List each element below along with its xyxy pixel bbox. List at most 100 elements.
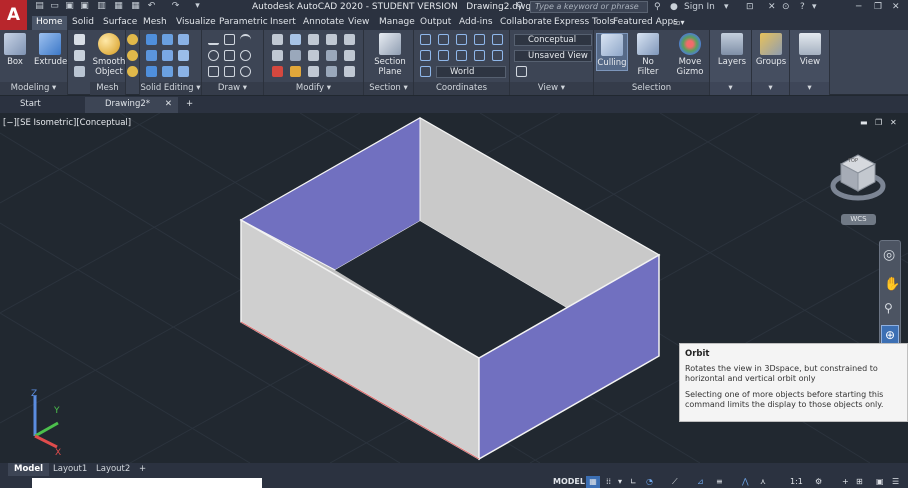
panel-solid-editing-label[interactable]: Solid Editing ▾ xyxy=(140,82,201,95)
no-filter-button[interactable]: No Filter xyxy=(632,33,664,77)
tab-layout1[interactable]: Layout1 xyxy=(47,463,93,476)
app-logo-icon[interactable]: A xyxy=(0,0,27,30)
save-as-icon[interactable]: ▣ xyxy=(79,1,90,12)
sign-in-link[interactable]: Sign In xyxy=(684,1,715,13)
scale-icon[interactable] xyxy=(308,50,319,61)
tab-view[interactable]: View xyxy=(344,16,373,30)
ucs-face-icon[interactable] xyxy=(420,50,431,61)
tab-annotate[interactable]: Annotate xyxy=(299,16,348,30)
move-icon[interactable] xyxy=(272,34,283,45)
zoom-icon[interactable]: ⚲ xyxy=(884,301,893,315)
grid-icon[interactable]: ▦ xyxy=(586,476,600,488)
align-icon[interactable] xyxy=(308,66,319,77)
mesh-smooth-more-icon[interactable] xyxy=(127,34,138,45)
circle-icon[interactable] xyxy=(208,50,219,61)
panel-mesh-label[interactable]: Mesh xyxy=(90,82,125,95)
help-dropdown-icon[interactable]: ▾ xyxy=(812,1,817,13)
mesh-refine-icon[interactable] xyxy=(127,66,138,77)
donut-icon[interactable] xyxy=(240,66,251,77)
tab-model[interactable]: Model xyxy=(8,463,50,476)
workspace-icon[interactable]: ⋏ xyxy=(760,476,766,488)
isolate-icon[interactable]: ⊞ xyxy=(856,476,863,488)
mesh-smooth-less-icon[interactable] xyxy=(127,50,138,61)
add-layout-button[interactable]: + xyxy=(133,463,152,476)
culling-button[interactable]: Culling xyxy=(596,33,628,71)
layers-button[interactable]: Layers xyxy=(716,33,748,67)
view-select[interactable]: Unsaved View xyxy=(514,50,592,62)
new-tab-button[interactable]: + xyxy=(172,97,193,113)
sign-in-dropdown-icon[interactable]: ▾ xyxy=(724,1,729,13)
separate-icon[interactable] xyxy=(178,66,189,77)
close-icon[interactable]: ✕ xyxy=(892,1,900,13)
undo-icon[interactable]: ↶ xyxy=(146,1,157,12)
extrude-button[interactable]: Extrude xyxy=(34,33,67,67)
loft-icon[interactable] xyxy=(74,50,85,61)
pan-icon[interactable]: ✋ xyxy=(884,277,900,292)
tab-manage[interactable]: Manage xyxy=(375,16,419,30)
viewport-config-icon[interactable] xyxy=(516,66,527,77)
ucs-select[interactable]: World xyxy=(436,66,506,78)
ucs-x-icon[interactable] xyxy=(474,34,485,45)
a360-icon[interactable]: ⊙ xyxy=(782,1,790,13)
intersect-icon[interactable] xyxy=(178,34,189,45)
ucs-object-icon[interactable] xyxy=(438,50,449,61)
panel-coordinates-label[interactable]: Coordinates xyxy=(414,82,509,95)
restore-icon[interactable]: ❐ xyxy=(874,1,882,13)
redo-icon[interactable]: ↷ xyxy=(170,1,181,12)
search-icon[interactable]: ⚲ xyxy=(654,1,661,13)
array-icon[interactable] xyxy=(326,50,337,61)
ucs-origin-icon[interactable] xyxy=(456,34,467,45)
groups-dropdown[interactable]: ▾ xyxy=(752,82,789,95)
stretch-icon[interactable] xyxy=(290,50,301,61)
print-icon[interactable]: ▦ xyxy=(130,1,141,12)
panel-selection-label[interactable]: Selection xyxy=(594,82,709,95)
osnap-icon[interactable]: ⊿ xyxy=(697,476,704,488)
slice-icon[interactable] xyxy=(146,50,157,61)
add-icon[interactable]: + xyxy=(842,476,849,488)
explode-icon[interactable] xyxy=(290,66,301,77)
viewport-restore-icon[interactable]: ❐ xyxy=(875,118,882,127)
tab-drawing2[interactable]: Drawing2* ✕ xyxy=(85,97,178,113)
snap-icon[interactable]: ⁞⁞ xyxy=(606,476,611,488)
new-icon[interactable]: ▤ xyxy=(34,1,45,12)
layers-dropdown[interactable]: ▾ xyxy=(710,82,751,95)
cart-icon[interactable]: ⊡ xyxy=(746,1,754,13)
sweep-icon[interactable] xyxy=(74,66,85,77)
isodraft-icon[interactable]: ⟋ xyxy=(672,476,678,488)
section-plane-button[interactable]: Section Plane xyxy=(370,33,410,77)
tab-collaborate[interactable]: Collaborate xyxy=(496,16,556,30)
annotation-visibility-icon[interactable]: ⋀ xyxy=(742,476,749,488)
exchange-icon[interactable]: ✕ xyxy=(768,1,776,13)
ucs-y-icon[interactable] xyxy=(492,34,503,45)
tab-home[interactable]: Home xyxy=(32,16,67,30)
ortho-icon[interactable]: ∟ xyxy=(630,476,637,488)
presspull-icon[interactable] xyxy=(74,34,85,45)
line-icon[interactable] xyxy=(208,34,219,45)
view-button[interactable]: View xyxy=(794,33,826,67)
union-icon[interactable] xyxy=(146,34,157,45)
qa-dropdown-icon[interactable]: ▾ xyxy=(192,1,203,12)
ucs-world-icon[interactable] xyxy=(438,34,449,45)
ellipse-icon[interactable] xyxy=(240,50,251,61)
ucs-3point-icon[interactable] xyxy=(474,50,485,61)
panel-view-label[interactable]: View ▾ xyxy=(510,82,593,95)
arc-icon[interactable] xyxy=(240,34,251,45)
imprint-icon[interactable] xyxy=(178,50,189,61)
polygon-icon[interactable] xyxy=(224,66,235,77)
hatch-icon[interactable] xyxy=(208,66,219,77)
tab-insert[interactable]: Insert xyxy=(266,16,300,30)
steering-wheel-icon[interactable]: ◎ xyxy=(883,247,895,263)
fillet-edge-icon[interactable] xyxy=(162,66,173,77)
thicken-icon[interactable] xyxy=(162,50,173,61)
viewport-close-icon[interactable]: ✕ xyxy=(890,118,897,127)
panel-section-label[interactable]: Section ▾ xyxy=(364,82,413,95)
smooth-object-button[interactable]: Smooth Object xyxy=(92,33,126,77)
copy-icon[interactable] xyxy=(272,50,283,61)
ucs-zaxis-icon[interactable] xyxy=(492,50,503,61)
command-line[interactable] xyxy=(32,478,262,488)
web-save-icon[interactable]: ▥ xyxy=(96,1,107,12)
mirror-icon[interactable] xyxy=(326,34,337,45)
tab-visualize[interactable]: Visualize xyxy=(172,16,220,30)
tab-surface[interactable]: Surface xyxy=(99,16,141,30)
model-space-button[interactable]: MODEL xyxy=(553,476,585,488)
